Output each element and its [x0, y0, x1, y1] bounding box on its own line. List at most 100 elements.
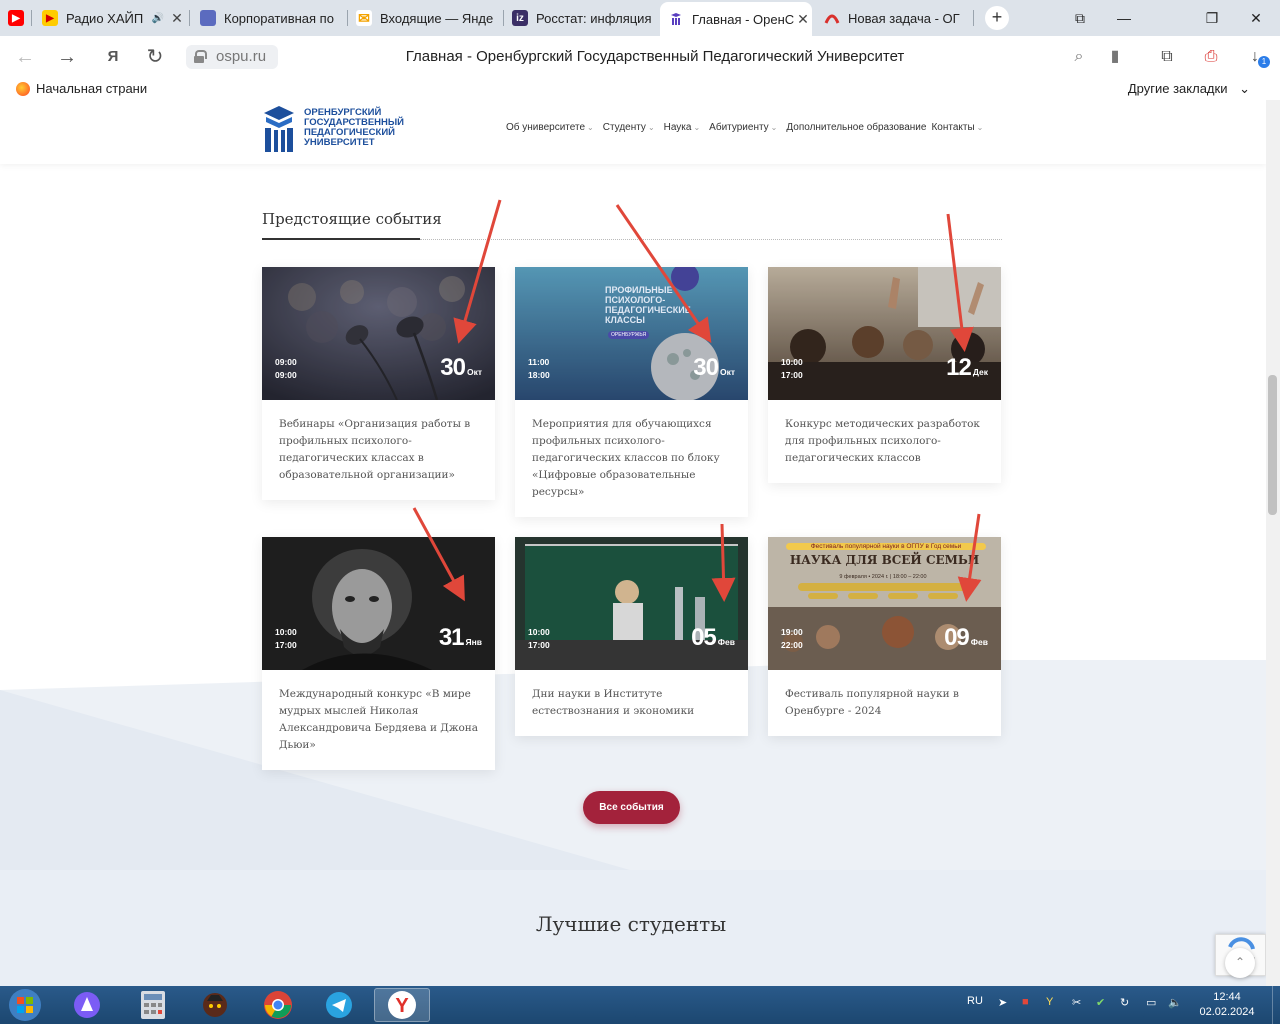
event-banner-top: Фестиваль популярной науки в ОГПУ в Год … [786, 543, 986, 550]
event-banner-date: 9 февраля • 2024 г. | 18:00 – 22:00 [839, 574, 927, 580]
language-indicator[interactable]: RU [967, 995, 983, 1007]
yandex-home-icon[interactable]: Я [100, 44, 126, 70]
bookmarks-bar: Начальная страни Другие закладки ⌄ [0, 78, 1280, 100]
bookmark-home[interactable]: Начальная страни [16, 81, 147, 96]
telegram-icon[interactable] [314, 988, 364, 1022]
tray-sync-icon[interactable]: ↻ [1120, 996, 1129, 1009]
close-icon[interactable]: ✕ [794, 11, 812, 28]
event-date: 31 Янв [438, 624, 482, 651]
audio-playing-icon[interactable]: 🔊 [152, 13, 164, 24]
minimize-button[interactable]: — [1102, 0, 1146, 36]
search-icon[interactable]: ⌕ [1068, 46, 1090, 68]
tab-mail[interactable]: ✉ Входящие — Янде [348, 4, 500, 32]
show-desktop-button[interactable] [1272, 986, 1280, 1024]
forward-button[interactable]: → [54, 44, 80, 70]
site-logo[interactable]: ОРЕНБУРГСКИЙ ГОСУДАРСТВЕННЫЙ ПЕДАГОГИЧЕС… [262, 104, 404, 154]
nav-contacts[interactable]: Контакты ⌄ [931, 122, 983, 133]
event-card[interactable]: Фестиваль популярной науки в ОГПУ в Год … [768, 537, 1001, 736]
chevron-down-icon: ⌄ [647, 123, 655, 132]
system-clock[interactable]: 12:44 02.02.2024 [1196, 990, 1258, 1020]
nav-about[interactable]: Об университете ⌄ [506, 122, 594, 133]
main-nav: Об университете ⌄ Студенту ⌄ Наука ⌄ Абитур… [506, 122, 992, 133]
alice-icon[interactable] [62, 988, 112, 1022]
chrome-icon[interactable] [253, 988, 303, 1022]
event-title[interactable]: Фестиваль популярной науки в Оренбурге -… [768, 670, 1001, 736]
restore-button[interactable]: ❐ [1190, 0, 1234, 36]
youtube-icon: ▶ [8, 10, 24, 26]
event-card[interactable]: 10:00 17:00 31 Янв Международный конкурс «… [262, 537, 495, 770]
tab-rosstat[interactable]: iz Росстат: инфляция [504, 4, 656, 32]
ospu-icon [668, 11, 684, 27]
event-card[interactable]: 09:00 09:00 30 Окт Вебинары «Организация р… [262, 267, 495, 500]
event-image-classroom: 10:00 17:00 12 Дек [768, 267, 1001, 400]
yandex-browser-icon[interactable]: Y [374, 988, 430, 1022]
volume-icon[interactable]: 🔈 [1168, 996, 1182, 1009]
network-icon[interactable]: ▭ [1146, 996, 1156, 1009]
other-bookmarks[interactable]: Другие закладки ⌄ [1128, 81, 1250, 97]
downloads-badge: 1 [1258, 56, 1270, 68]
event-card[interactable]: ПРОФИЛЬНЫЕ ПСИХОЛОГО-ПЕДАГОГИЧЕСКИЕ КЛАС… [515, 267, 748, 517]
reload-button[interactable]: ↻ [142, 44, 168, 70]
nav-science[interactable]: Наука ⌄ [664, 122, 701, 133]
event-times: 10:00 17:00 [528, 627, 550, 650]
event-card[interactable]: 10:00 17:00 12 Дек Конкурс методических ра… [768, 267, 1001, 483]
scrollbar-thumb[interactable] [1268, 375, 1277, 515]
corporate-portal-icon [200, 10, 216, 26]
taskbar: Y RU ➤ ■ Y ✂ ✔ ↻ ▭ 🔈 12:44 02.02.2024 [0, 986, 1280, 1024]
tray-telegram-icon[interactable]: ➤ [998, 996, 1007, 1009]
tab-ospu-active[interactable]: Главная - ОренС ✕ [660, 2, 812, 36]
back-button[interactable]: ← [12, 44, 38, 70]
event-times: 10:00 17:00 [275, 627, 297, 650]
collections-icon[interactable]: ⧉ [1156, 46, 1178, 68]
event-image-lecture: 10:00 17:00 05 Фев [515, 537, 748, 670]
event-times: 10:00 17:00 [781, 357, 803, 380]
scrollbar-track[interactable] [1266, 100, 1280, 990]
game-icon[interactable] [190, 988, 240, 1022]
svg-text:Y: Y [395, 995, 409, 1017]
event-image-portrait: 10:00 17:00 31 Янв [262, 537, 495, 670]
nav-extra-education[interactable]: Дополнительное образование [786, 122, 926, 133]
window-close-button[interactable]: ✕ [1234, 0, 1278, 36]
event-title[interactable]: Мероприятия для обучающихся профильных п… [515, 400, 748, 517]
tray-check-icon[interactable]: ✔ [1096, 996, 1105, 1009]
event-title[interactable]: Международный конкурс «В мире мудрых мыс… [262, 670, 495, 770]
windows-logo-icon [9, 989, 41, 1021]
event-title[interactable]: Дни науки в Институте естествознания и э… [515, 670, 748, 736]
close-icon[interactable]: ✕ [168, 10, 186, 27]
nav-student[interactable]: Студенту ⌄ [603, 122, 655, 133]
pdf-icon[interactable]: ⎙ [1200, 46, 1222, 68]
address-toolbar: ← → Я ↻ ospu.ru Главная - Оренбургский Г… [0, 36, 1280, 78]
tab-youtube[interactable]: ▶ [0, 4, 30, 32]
university-emblem-icon [262, 104, 296, 154]
lock-icon [194, 50, 207, 63]
event-image-microphones: 09:00 09:00 30 Окт [262, 267, 495, 400]
new-tab-button[interactable]: + [985, 6, 1009, 30]
address-field[interactable]: ospu.ru [186, 45, 278, 69]
bookmark-icon[interactable]: ▮ [1104, 46, 1126, 68]
best-students-title: Лучшие студенты [535, 912, 727, 936]
nav-applicant[interactable]: Абитуриенту ⌄ [709, 122, 777, 133]
browser-tab-strip: ▶ ▶ Радио ХАЙП 🔊 ✕ Корпоративная по ✉ Вх… [0, 0, 1280, 36]
tabs-overview-icon[interactable]: ⧉ [1058, 0, 1102, 36]
event-card[interactable]: 10:00 17:00 05 Фев Дни науки в Институте е… [515, 537, 748, 736]
tray-yandex-icon[interactable]: Y [1046, 996, 1053, 1008]
tray-video-icon[interactable]: ■ [1022, 996, 1029, 1008]
event-date: 30 Окт [440, 354, 482, 381]
tab-radio[interactable]: ▶ Радио ХАЙП 🔊 ✕ [34, 4, 186, 32]
start-button[interactable] [6, 987, 44, 1023]
event-title[interactable]: Вебинары «Организация работы в профильны… [262, 400, 495, 500]
event-date: 12 Дек [946, 354, 988, 381]
iz-icon: iz [512, 10, 528, 26]
yandex-music-icon: ▶ [42, 10, 58, 26]
tray-tool-icon[interactable]: ✂ [1072, 996, 1081, 1009]
event-banner-main: НАУКА ДЛЯ ВСЕЙ СЕМЬИ [789, 553, 980, 567]
event-title[interactable]: Конкурс методических разработок для проф… [768, 400, 1001, 483]
all-events-button[interactable]: Все события [583, 791, 680, 824]
yandex-start-icon [16, 81, 30, 96]
scroll-to-top-button[interactable]: ⌃ [1225, 948, 1255, 978]
divider [420, 239, 1002, 240]
tab-corporate[interactable]: Корпоративная по [192, 4, 344, 32]
tab-task[interactable]: Новая задача - ОГ [816, 4, 972, 32]
chevron-down-icon: ⌄ [770, 123, 778, 132]
calculator-icon[interactable] [128, 988, 178, 1022]
